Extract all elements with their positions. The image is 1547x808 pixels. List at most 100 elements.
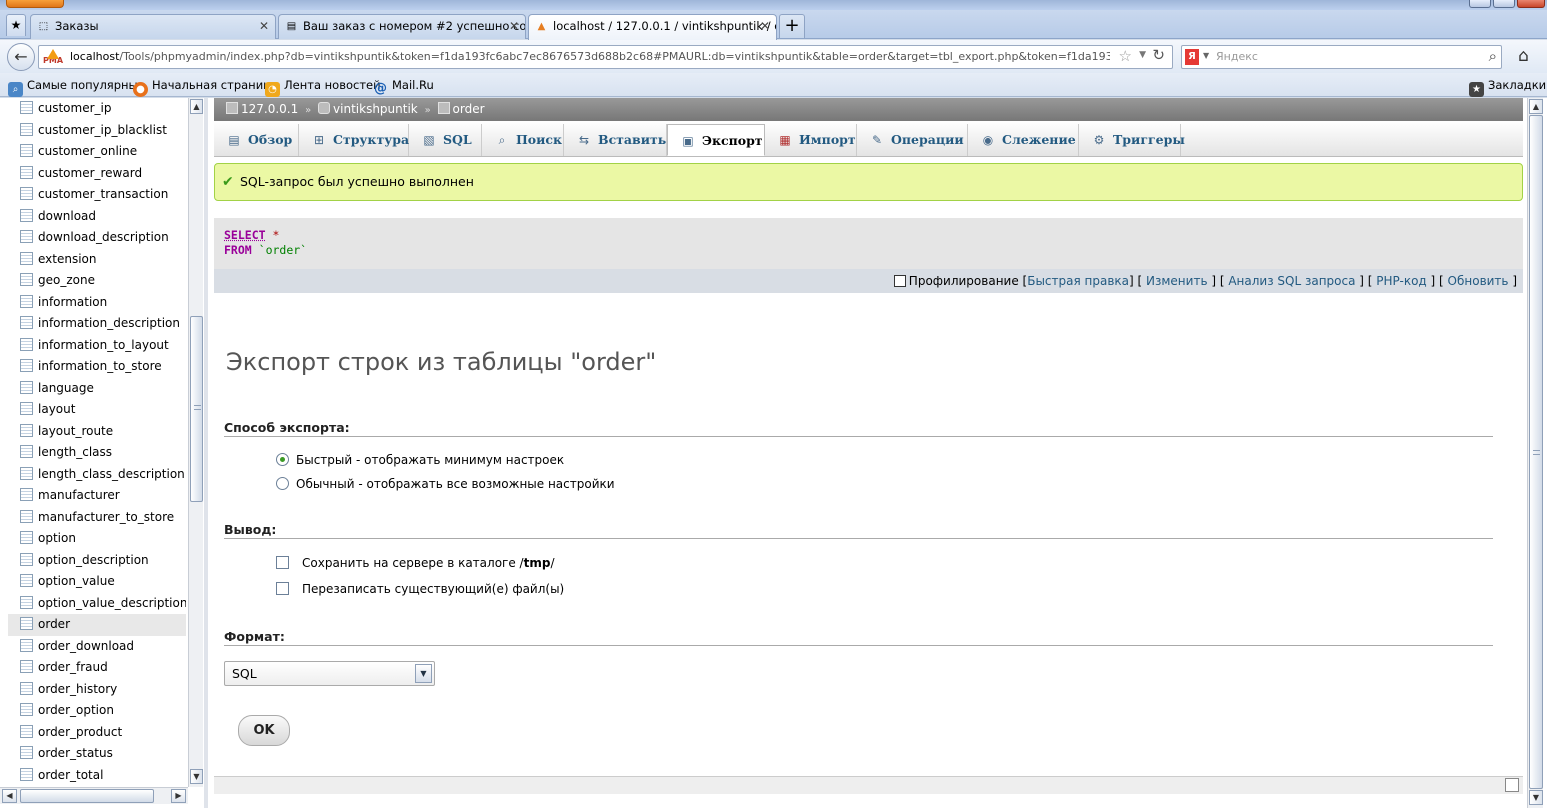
scroll-right-icon[interactable]: ▶ xyxy=(171,789,186,803)
sidebar-table-item[interactable]: order_fraud xyxy=(8,657,186,679)
table-icon[interactable] xyxy=(20,767,33,781)
browser-tab-orders[interactable]: ⬚ Заказы ✕ xyxy=(30,14,276,39)
table-icon[interactable] xyxy=(20,574,33,587)
reload-icon[interactable]: ↻ xyxy=(1152,46,1165,64)
scroll-down-icon[interactable]: ▼ xyxy=(1529,790,1543,805)
tab-triggers[interactable]: ⚙ Триггеры xyxy=(1079,124,1185,156)
sidebar-table-item[interactable]: order_download xyxy=(8,636,186,658)
scroll-thumb[interactable] xyxy=(1529,115,1543,789)
table-icon[interactable] xyxy=(20,337,33,351)
sidebar-table-item[interactable]: layout_route xyxy=(8,421,186,443)
sidebar-table-label[interactable]: length_class_description xyxy=(38,467,185,481)
sidebar-table-label[interactable]: customer_ip_blacklist xyxy=(38,123,167,137)
tab-sql[interactable]: ▧ SQL xyxy=(409,124,482,156)
table-icon[interactable] xyxy=(20,273,33,286)
table-icon[interactable] xyxy=(20,101,33,114)
nav-vertical-scrollbar[interactable]: ▲ ▼ xyxy=(188,98,203,787)
sidebar-table-label[interactable]: option_description xyxy=(38,553,149,567)
table-icon[interactable] xyxy=(20,208,33,222)
bookmark-star-icon[interactable]: ☆ xyxy=(1119,47,1132,65)
save-on-server-checkbox[interactable] xyxy=(276,556,289,569)
table-icon[interactable] xyxy=(20,187,33,200)
table-icon[interactable] xyxy=(20,724,33,738)
address-bar[interactable]: PMA localhost/Tools/phpmyadmin/index.php… xyxy=(38,45,1173,69)
refresh-link[interactable]: Обновить xyxy=(1448,274,1509,288)
tab-export[interactable]: ▣ Экспорт xyxy=(667,124,765,156)
sidebar-table-item[interactable]: language xyxy=(8,378,186,400)
breadcrumb-table[interactable]: order xyxy=(453,102,485,116)
table-icon[interactable] xyxy=(20,122,33,136)
table-icon[interactable] xyxy=(20,294,33,308)
maximize-button[interactable] xyxy=(1493,0,1515,8)
sidebar-table-item[interactable]: manufacturer xyxy=(8,485,186,507)
quick-radio[interactable] xyxy=(276,453,289,466)
close-icon[interactable]: ✕ xyxy=(259,15,269,38)
sidebar-table-label[interactable]: information xyxy=(38,295,107,309)
tab-structure[interactable]: ⊞ Структура xyxy=(299,124,409,156)
sidebar-table-item[interactable]: length_class_description xyxy=(8,464,186,486)
sidebar-table-item[interactable]: customer_ip_blacklist xyxy=(8,120,186,142)
explain-sql-link[interactable]: Анализ SQL запроса xyxy=(1228,274,1355,288)
sidebar-table-label[interactable]: extension xyxy=(38,252,97,266)
search-input[interactable]: Яндекс xyxy=(1216,46,1258,68)
app-tab-pinned[interactable]: ★ xyxy=(6,14,26,36)
tab-import[interactable]: ▦ Импорт xyxy=(765,124,857,156)
sidebar-table-item[interactable]: order_status xyxy=(8,743,186,765)
sidebar-table-item[interactable]: option_description xyxy=(8,550,186,572)
sidebar-table-label[interactable]: information_to_layout xyxy=(38,338,169,352)
firefox-menu-button[interactable] xyxy=(6,0,64,8)
sidebar-table-label[interactable]: length_class xyxy=(38,445,112,459)
table-icon[interactable] xyxy=(20,402,33,415)
yandex-engine-icon[interactable]: Я xyxy=(1185,49,1199,65)
sidebar-table-label[interactable]: order xyxy=(38,617,70,631)
tab-insert[interactable]: ⇆ Вставить xyxy=(564,124,667,156)
browser-tab-phpmyadmin[interactable]: ▲ localhost / 127.0.0.1 / vintikshpuntik… xyxy=(528,14,777,40)
scroll-left-icon[interactable]: ◀ xyxy=(2,789,17,803)
sidebar-table-label[interactable]: option_value_description xyxy=(38,596,186,610)
table-icon[interactable] xyxy=(20,380,33,394)
table-icon[interactable] xyxy=(20,466,33,480)
sidebar-table-item[interactable]: information_to_store xyxy=(8,356,186,378)
minimize-button[interactable] xyxy=(1469,0,1491,8)
tab-search[interactable]: ⌕ Поиск xyxy=(482,124,564,156)
sidebar-table-item[interactable]: order_option xyxy=(8,700,186,722)
sidebar-table-label[interactable]: information_to_store xyxy=(38,359,162,373)
profiling-checkbox[interactable] xyxy=(893,275,906,287)
sidebar-table-label[interactable]: customer_transaction xyxy=(38,187,168,201)
sidebar-table-item[interactable]: order xyxy=(8,614,186,636)
sidebar-table-label[interactable]: order_history xyxy=(38,682,117,696)
sidebar-table-item[interactable]: layout xyxy=(8,399,186,421)
sidebar-table-item[interactable]: customer_ip xyxy=(8,98,186,120)
console-toggle-icon[interactable] xyxy=(1505,778,1519,792)
sidebar-table-item[interactable]: customer_online xyxy=(8,141,186,163)
bookmark-news-feed[interactable]: ◔ Лента новостей xyxy=(265,76,381,97)
sidebar-table-label[interactable]: manufacturer_to_store xyxy=(38,510,174,524)
sidebar-table-item[interactable]: customer_transaction xyxy=(8,184,186,206)
scroll-down-icon[interactable]: ▼ xyxy=(190,769,203,784)
table-icon[interactable] xyxy=(20,509,33,523)
scroll-up-icon[interactable]: ▲ xyxy=(1529,99,1543,114)
table-icon[interactable] xyxy=(20,552,33,566)
table-icon[interactable] xyxy=(20,617,33,630)
table-icon[interactable] xyxy=(20,746,33,759)
sidebar-table-item[interactable]: order_history xyxy=(8,679,186,701)
tab-tracking[interactable]: ◉ Слежение xyxy=(968,124,1079,156)
new-tab-button[interactable]: + xyxy=(779,14,805,38)
sidebar-table-item[interactable]: order_product xyxy=(8,722,186,744)
table-icon[interactable] xyxy=(20,165,33,179)
sidebar-table-label[interactable]: download_description xyxy=(38,230,169,244)
back-button[interactable]: ← xyxy=(7,43,35,71)
format-select[interactable]: SQL ▼ xyxy=(224,661,435,686)
sidebar-table-label[interactable]: geo_zone xyxy=(38,273,95,287)
sql-select-keyword[interactable]: SELECT xyxy=(224,228,266,242)
sidebar-table-label[interactable]: information_description xyxy=(38,316,180,330)
sidebar-table-item[interactable]: customer_reward xyxy=(8,163,186,185)
overwrite-checkbox[interactable] xyxy=(276,582,289,595)
sidebar-table-item[interactable]: length_class xyxy=(8,442,186,464)
sidebar-table-label[interactable]: order_fraud xyxy=(38,660,108,674)
sidebar-table-item[interactable]: option_value_description xyxy=(8,593,186,615)
scroll-thumb[interactable] xyxy=(20,789,154,803)
bookmark-start-page[interactable]: ● Начальная страница xyxy=(133,76,278,97)
edit-link[interactable]: Изменить xyxy=(1146,274,1208,288)
table-icon[interactable] xyxy=(20,423,33,437)
